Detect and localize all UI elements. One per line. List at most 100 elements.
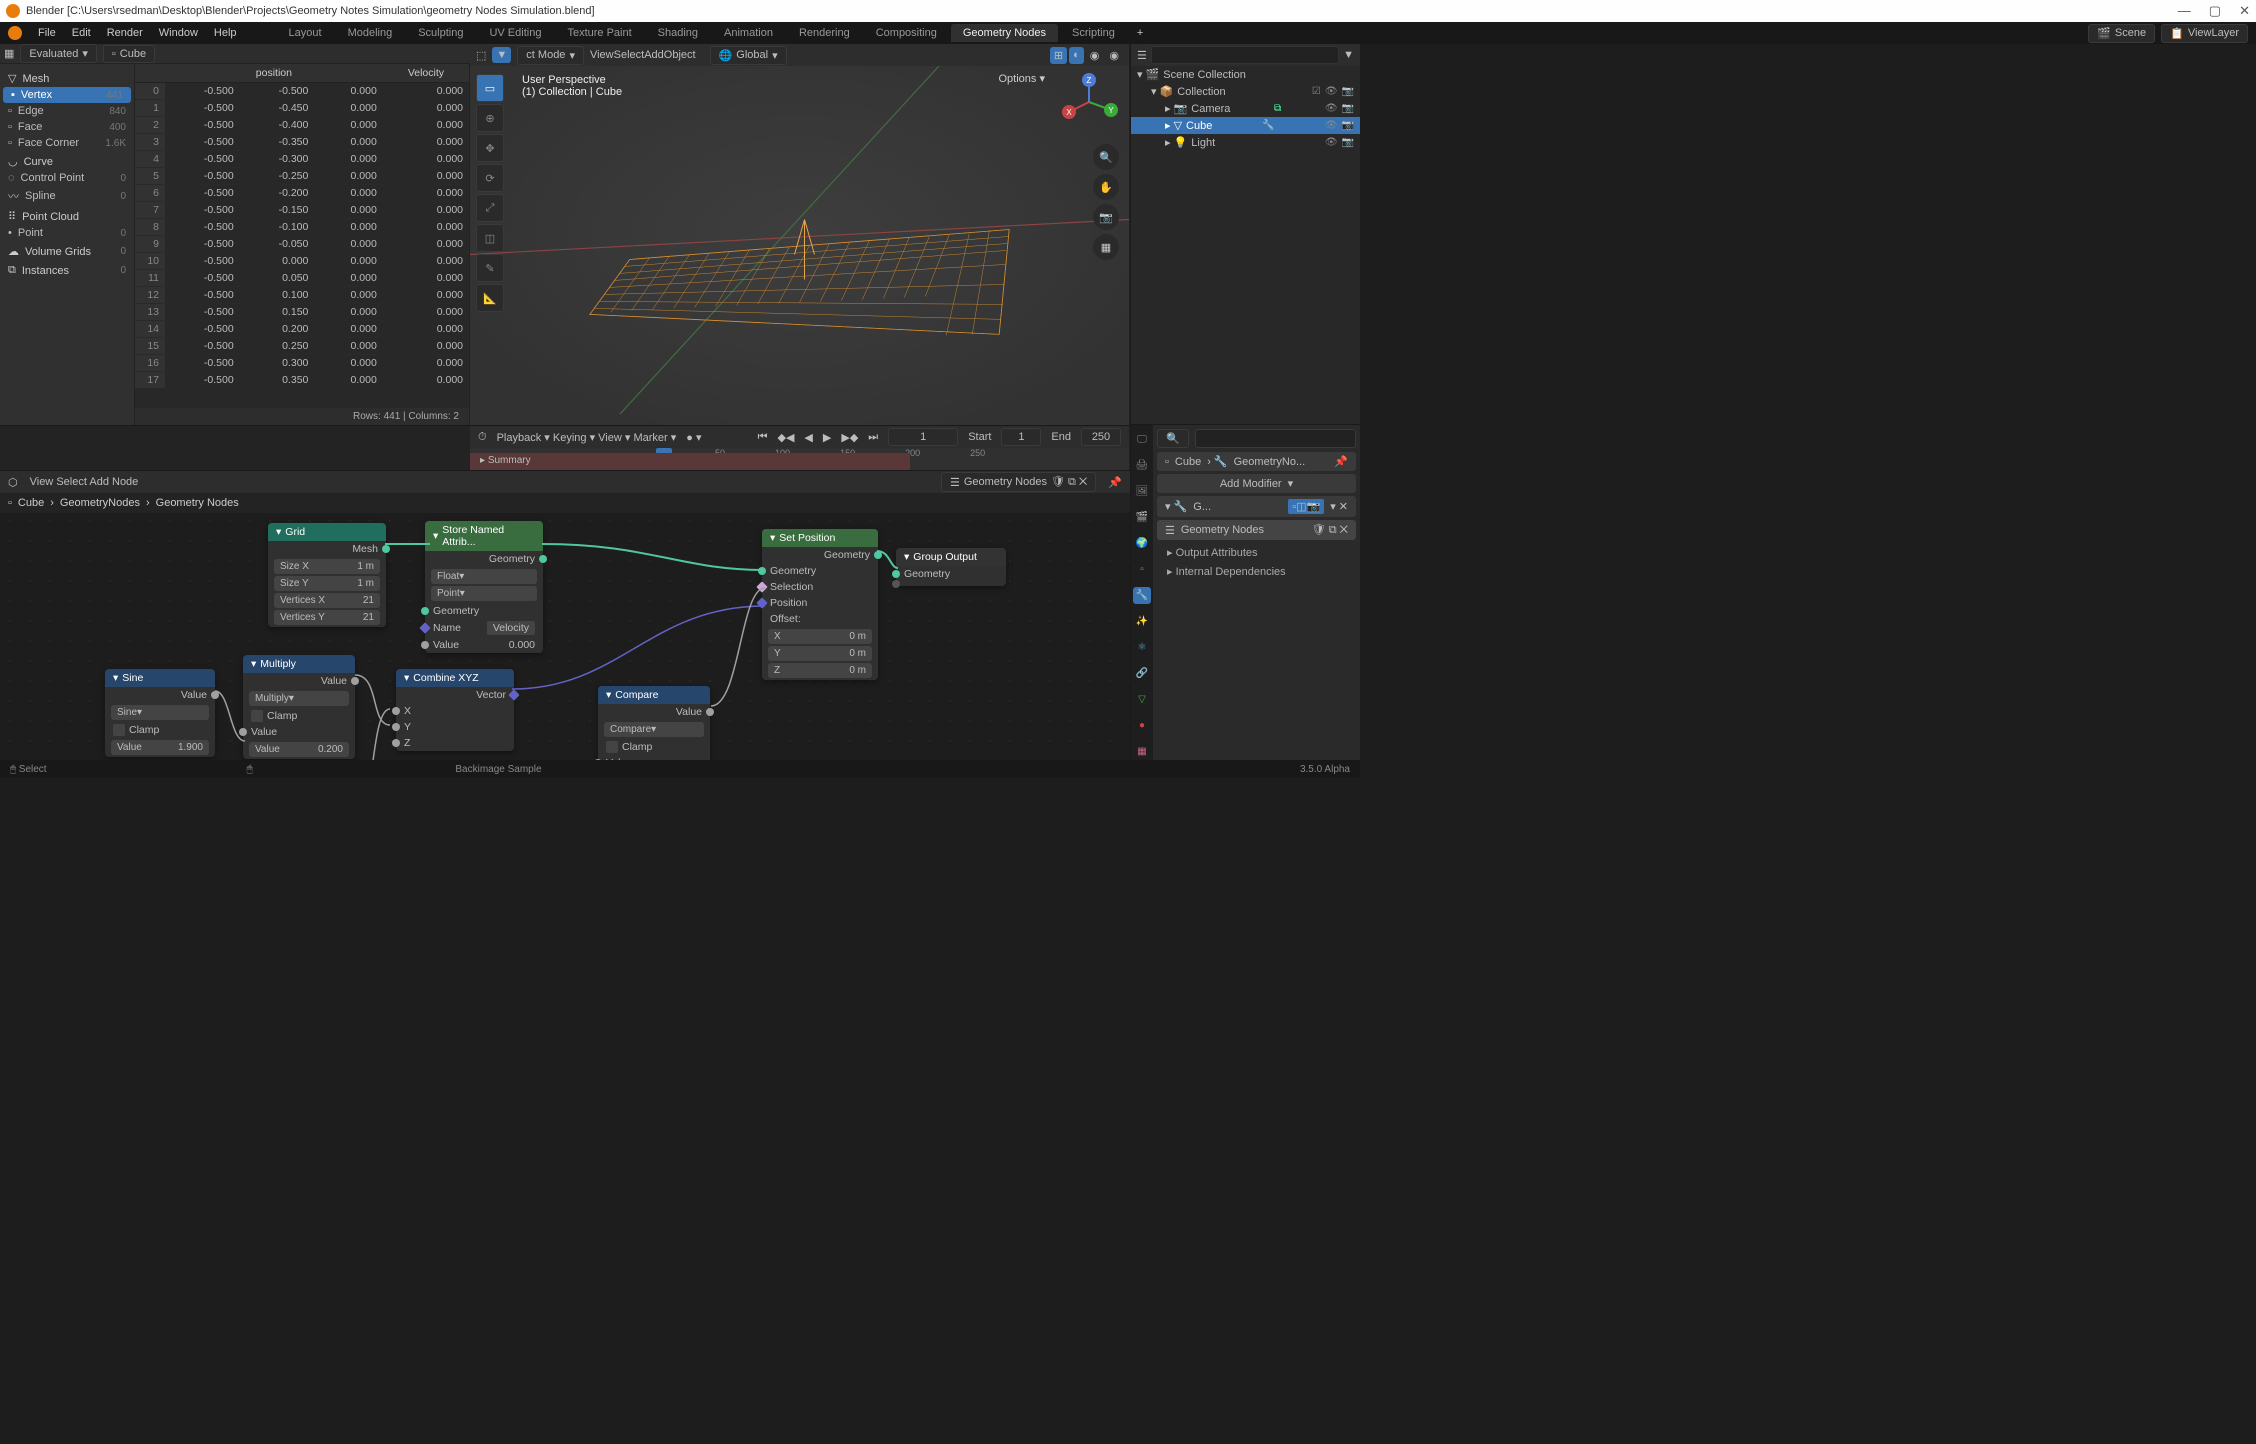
prev-keyframe[interactable]: ◆◀ [778,431,795,444]
shading-buttons[interactable]: ⊞ ◐ ◉ ◉ [1050,47,1123,64]
ortho-button[interactable]: ▦ [1093,234,1119,260]
cat-pointcloud[interactable]: ⠿ Point Cloud [0,206,134,225]
cursor-tool[interactable]: ⊕ [476,104,504,132]
mode-dropdown[interactable]: ct Mode ▾ [517,46,584,65]
table-row[interactable]: 0-0.500-0.5000.0000.000 [135,83,469,100]
table-row[interactable]: 5-0.500-0.2500.0000.000 [135,168,469,185]
table-row[interactable]: 8-0.500-0.1000.0000.000 [135,219,469,236]
pan-button[interactable]: ✋ [1093,174,1119,200]
menu-help[interactable]: Help [206,25,245,41]
cat-mesh[interactable]: ▽ Mesh [0,68,134,87]
table-row[interactable]: 13-0.5000.1500.0000.000 [135,304,469,321]
output-attributes[interactable]: ▸ Output Attributes [1157,543,1356,562]
node-menu-select[interactable]: Select [56,476,87,488]
table-row[interactable]: 12-0.5000.1000.0000.000 [135,287,469,304]
menu-window[interactable]: Window [151,25,206,41]
prop-tab-object[interactable]: ▫ [1133,561,1151,579]
props-search-icon[interactable]: 🔍 [1157,429,1189,448]
object-pill[interactable]: ▫ Cube [103,45,155,63]
domain-edge[interactable]: ▫Edge840 [0,103,134,119]
transform-tool[interactable]: ◫ [476,224,504,252]
col-position[interactable]: position [165,64,383,83]
menu-render[interactable]: Render [99,25,151,41]
prop-tab-modifier[interactable]: 🔧 [1133,587,1151,605]
workspace-tab-uv-editing[interactable]: UV Editing [477,24,553,42]
rotate-tool[interactable]: ⟳ [476,164,504,192]
node-group-output[interactable]: ▾ Group Output Geometry [896,548,1006,586]
table-row[interactable]: 11-0.5000.0500.0000.000 [135,270,469,287]
minimize-button[interactable]: — [2178,3,2191,19]
table-row[interactable]: 9-0.500-0.0500.0000.000 [135,236,469,253]
tab-add-button[interactable]: + [1129,25,1151,41]
eval-mode-dropdown[interactable]: Evaluated ▾ [20,44,96,63]
outliner-light[interactable]: ▸ 💡 Light👁📷 [1131,134,1360,151]
domain-spline[interactable]: 〰Spline0 [0,186,134,206]
zoom-button[interactable]: 🔍 [1093,144,1119,170]
node-menu-view[interactable]: View [30,476,54,488]
outliner-cube[interactable]: ▸ ▽ Cube🔧👁📷 [1131,117,1360,134]
viewport-menu-view[interactable]: View [590,49,614,61]
node-combine-xyz[interactable]: ▾ Combine XYZ Vector X Y Z [396,669,514,751]
workspace-tab-sculpting[interactable]: Sculpting [406,24,475,42]
table-row[interactable]: 2-0.500-0.4000.0000.000 [135,117,469,134]
prop-tab-render[interactable]: 🖵 [1133,431,1151,449]
viewport-editor-icon[interactable]: ⬚ [476,49,486,62]
workspace-tab-modeling[interactable]: Modeling [336,24,405,42]
domain-control-point[interactable]: ◌Control Point0 [0,170,134,186]
col-velocity[interactable]: Velocity [383,64,469,83]
prop-tab-material[interactable]: ● [1133,716,1151,734]
timeline-menu-marker[interactable]: Marker ▾ [633,432,676,444]
workspace-tab-compositing[interactable]: Compositing [864,24,949,42]
nodegroup-selector[interactable]: ☰ Geometry Nodes🛡 ⧉ ✕ [1157,520,1356,540]
props-breadcrumb[interactable]: ▫ Cube › 🔧 GeometryNo...📌 [1157,452,1356,471]
table-row[interactable]: 17-0.5000.3500.0000.000 [135,372,469,389]
table-row[interactable]: 1-0.500-0.4500.0000.000 [135,100,469,117]
internal-dependencies[interactable]: ▸ Internal Dependencies [1157,562,1356,581]
domain-vertex[interactable]: ▪Vertex441 [3,87,131,103]
workspace-tab-layout[interactable]: Layout [277,24,334,42]
node-store-named-attribute[interactable]: ▾ Store Named Attrib... Geometry Float ▾… [425,521,543,653]
prop-tab-texture[interactable]: ▦ [1133,742,1151,760]
node-compare[interactable]: ▾ Compare Value Compare ▾ Clamp Value Va… [598,686,710,760]
breadcrumb-item[interactable]: Geometry Nodes [156,497,239,509]
breadcrumb-item[interactable]: Cube [18,497,44,509]
outliner-search[interactable] [1151,46,1339,64]
close-button[interactable]: ✕ [2239,3,2250,19]
jump-end[interactable]: ⏭ [868,431,878,444]
autokey-toggle[interactable]: ● ▾ [686,431,701,444]
camera-button[interactable]: 📷 [1093,204,1119,230]
prop-tab-constraints[interactable]: 🔗 [1133,664,1151,682]
timeline-editor-icon[interactable]: ⏱ [478,431,487,444]
scale-tool[interactable]: ⤢ [476,194,504,222]
outliner-filter-icon[interactable]: ▼ [1343,49,1354,61]
maximize-button[interactable]: ▢ [2209,3,2221,19]
cat-instances[interactable]: ⧉ Instances0 [0,260,134,279]
workspace-tab-scripting[interactable]: Scripting [1060,24,1127,42]
table-row[interactable]: 3-0.500-0.3500.0000.000 [135,134,469,151]
annotate-tool[interactable]: ✎ [476,254,504,282]
props-search[interactable] [1195,429,1356,448]
pin-icon[interactable]: 📌 [1108,476,1122,489]
node-editor[interactable]: ⬡ View Select Add Node ☰ Geometry Nodes … [0,470,1130,760]
outliner-editor-icon[interactable]: ☰ [1137,49,1147,62]
timeline-track[interactable]: 150100150200250 1 ▸ Summary [470,448,1129,471]
viewlayer-selector[interactable]: 📋 ViewLayer [2161,24,2248,43]
summary-track[interactable]: ▸ Summary [470,453,910,471]
current-frame[interactable]: 1 [888,428,958,446]
3d-viewport[interactable]: ⬚ ▼ ct Mode ▾ ViewSelectAddObject 🌐 Glob… [470,44,1130,425]
domain-point[interactable]: •Point0 [0,225,134,241]
spreadsheet-editor-icon[interactable]: ▦ [4,47,14,60]
prop-tab-data[interactable]: ▽ [1133,690,1151,708]
node-menu-add[interactable]: Add [89,476,109,488]
table-row[interactable]: 6-0.500-0.2000.0000.000 [135,185,469,202]
node-sine[interactable]: ▾ Sine Value Sine ▾ Clamp Value1.900 [105,669,215,757]
cat-volume[interactable]: ☁ Volume Grids0 [0,241,134,260]
node-set-position[interactable]: ▾ Set Position Geometry Geometry Selecti… [762,529,878,680]
start-frame[interactable]: 1 [1001,428,1041,446]
prop-tab-scene[interactable]: 🎬 [1133,509,1151,527]
next-keyframe[interactable]: ▶◆ [841,431,858,444]
prop-tab-physics[interactable]: ⚛ [1133,638,1151,656]
viewport-menu-select[interactable]: Select [614,49,645,61]
timeline-menu-view[interactable]: View ▾ [598,432,630,444]
viewport-menu-object[interactable]: Object [664,49,696,61]
